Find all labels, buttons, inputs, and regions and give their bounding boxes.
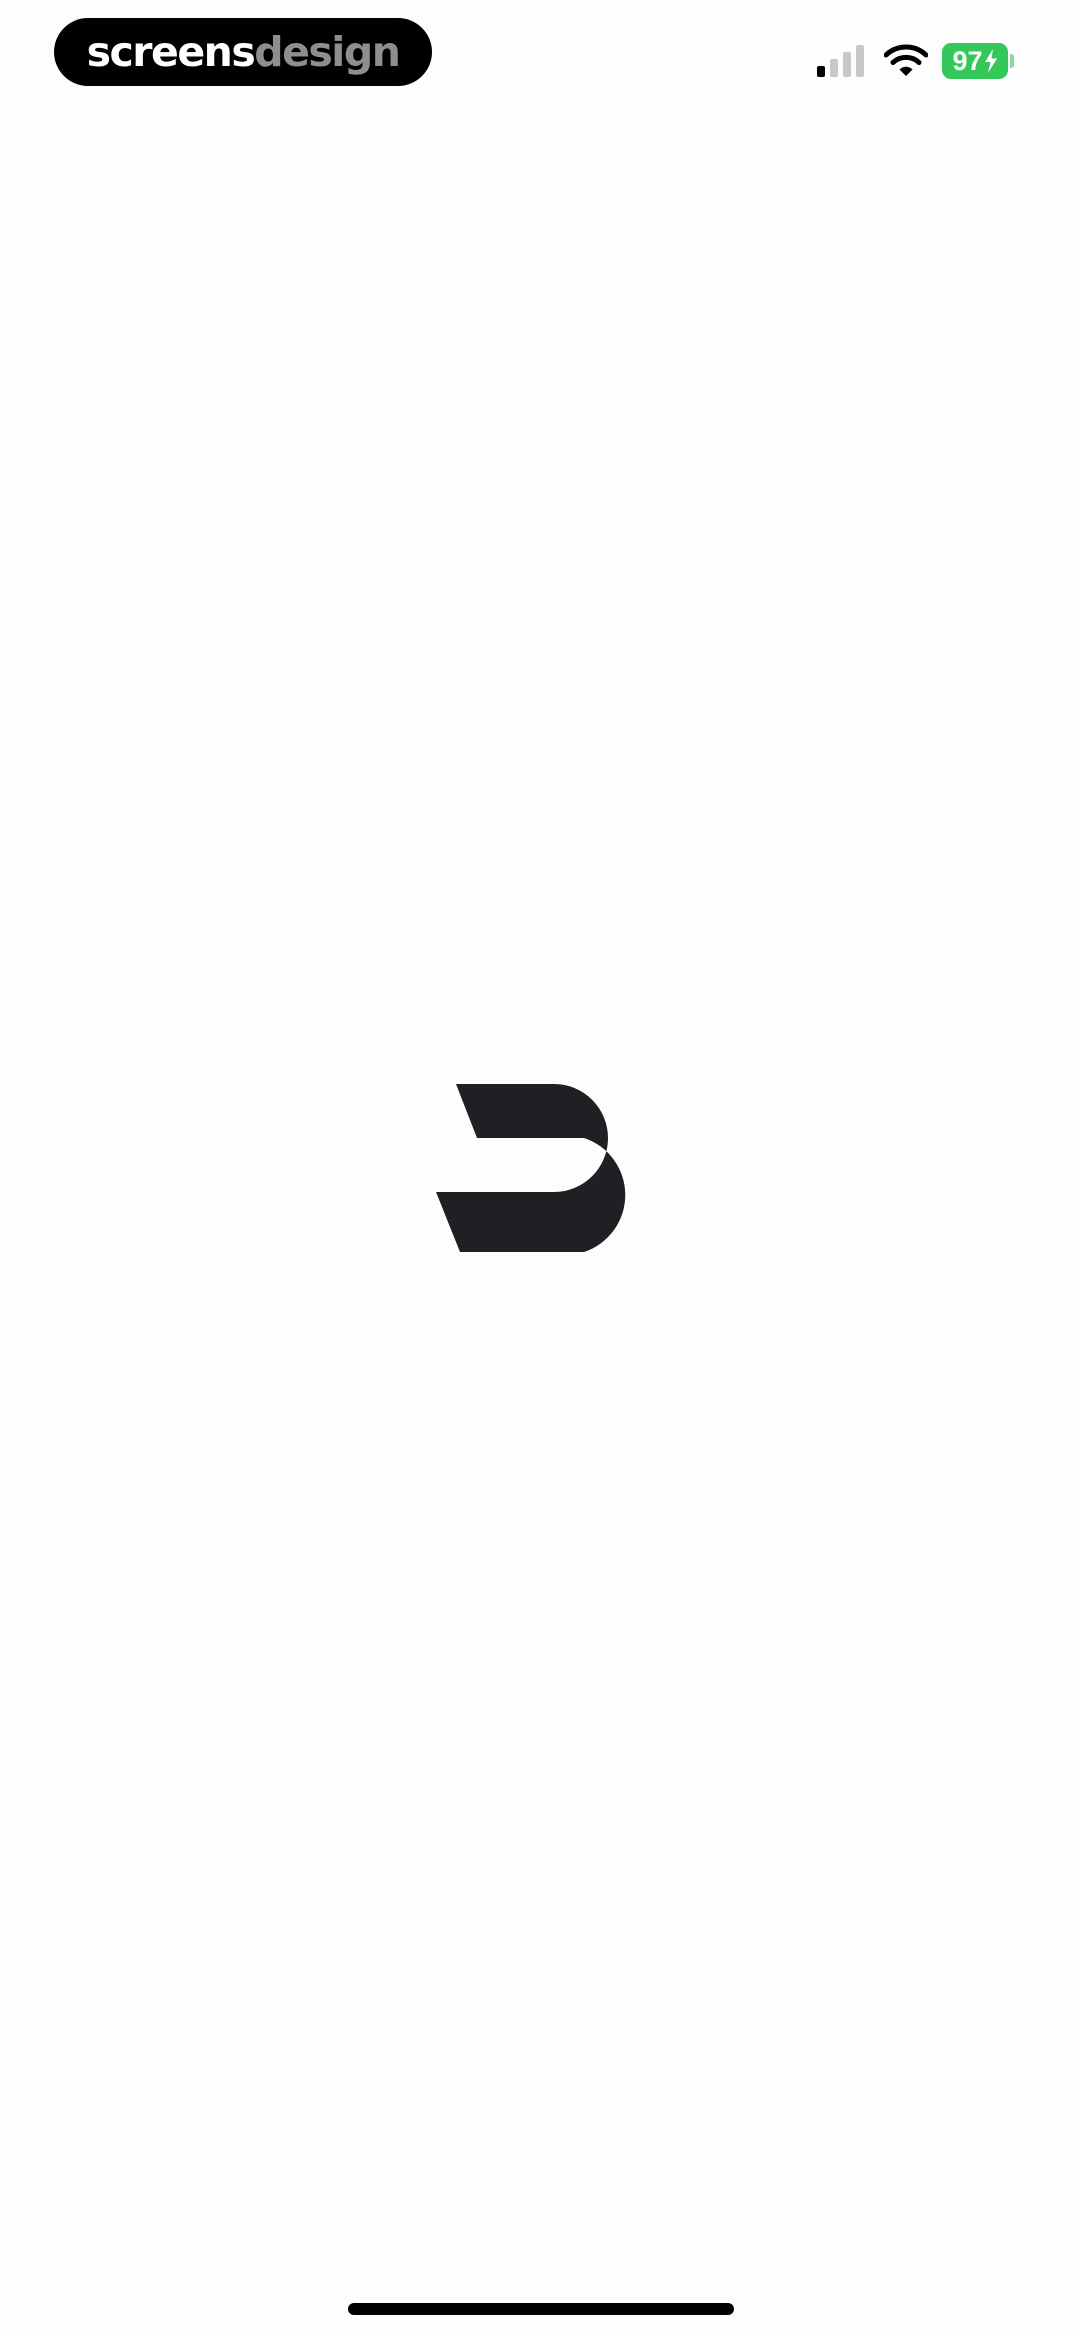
battery-cap — [1010, 54, 1014, 68]
screensdesign-watermark: screens design — [54, 18, 432, 86]
cellular-signal-icon — [817, 45, 864, 77]
charging-bolt-icon — [984, 49, 997, 73]
home-indicator-bar[interactable] — [348, 2303, 734, 2315]
battery-percent: 97 — [952, 45, 983, 76]
battery-indicator: 97 — [942, 43, 1008, 79]
brand-text-design: design — [254, 27, 401, 76]
brand-text-screens: screens — [86, 27, 256, 76]
status-bar: screens design 97 — [0, 0, 1080, 110]
wifi-icon — [884, 44, 928, 76]
app-logo-b-icon — [436, 1084, 626, 1252]
